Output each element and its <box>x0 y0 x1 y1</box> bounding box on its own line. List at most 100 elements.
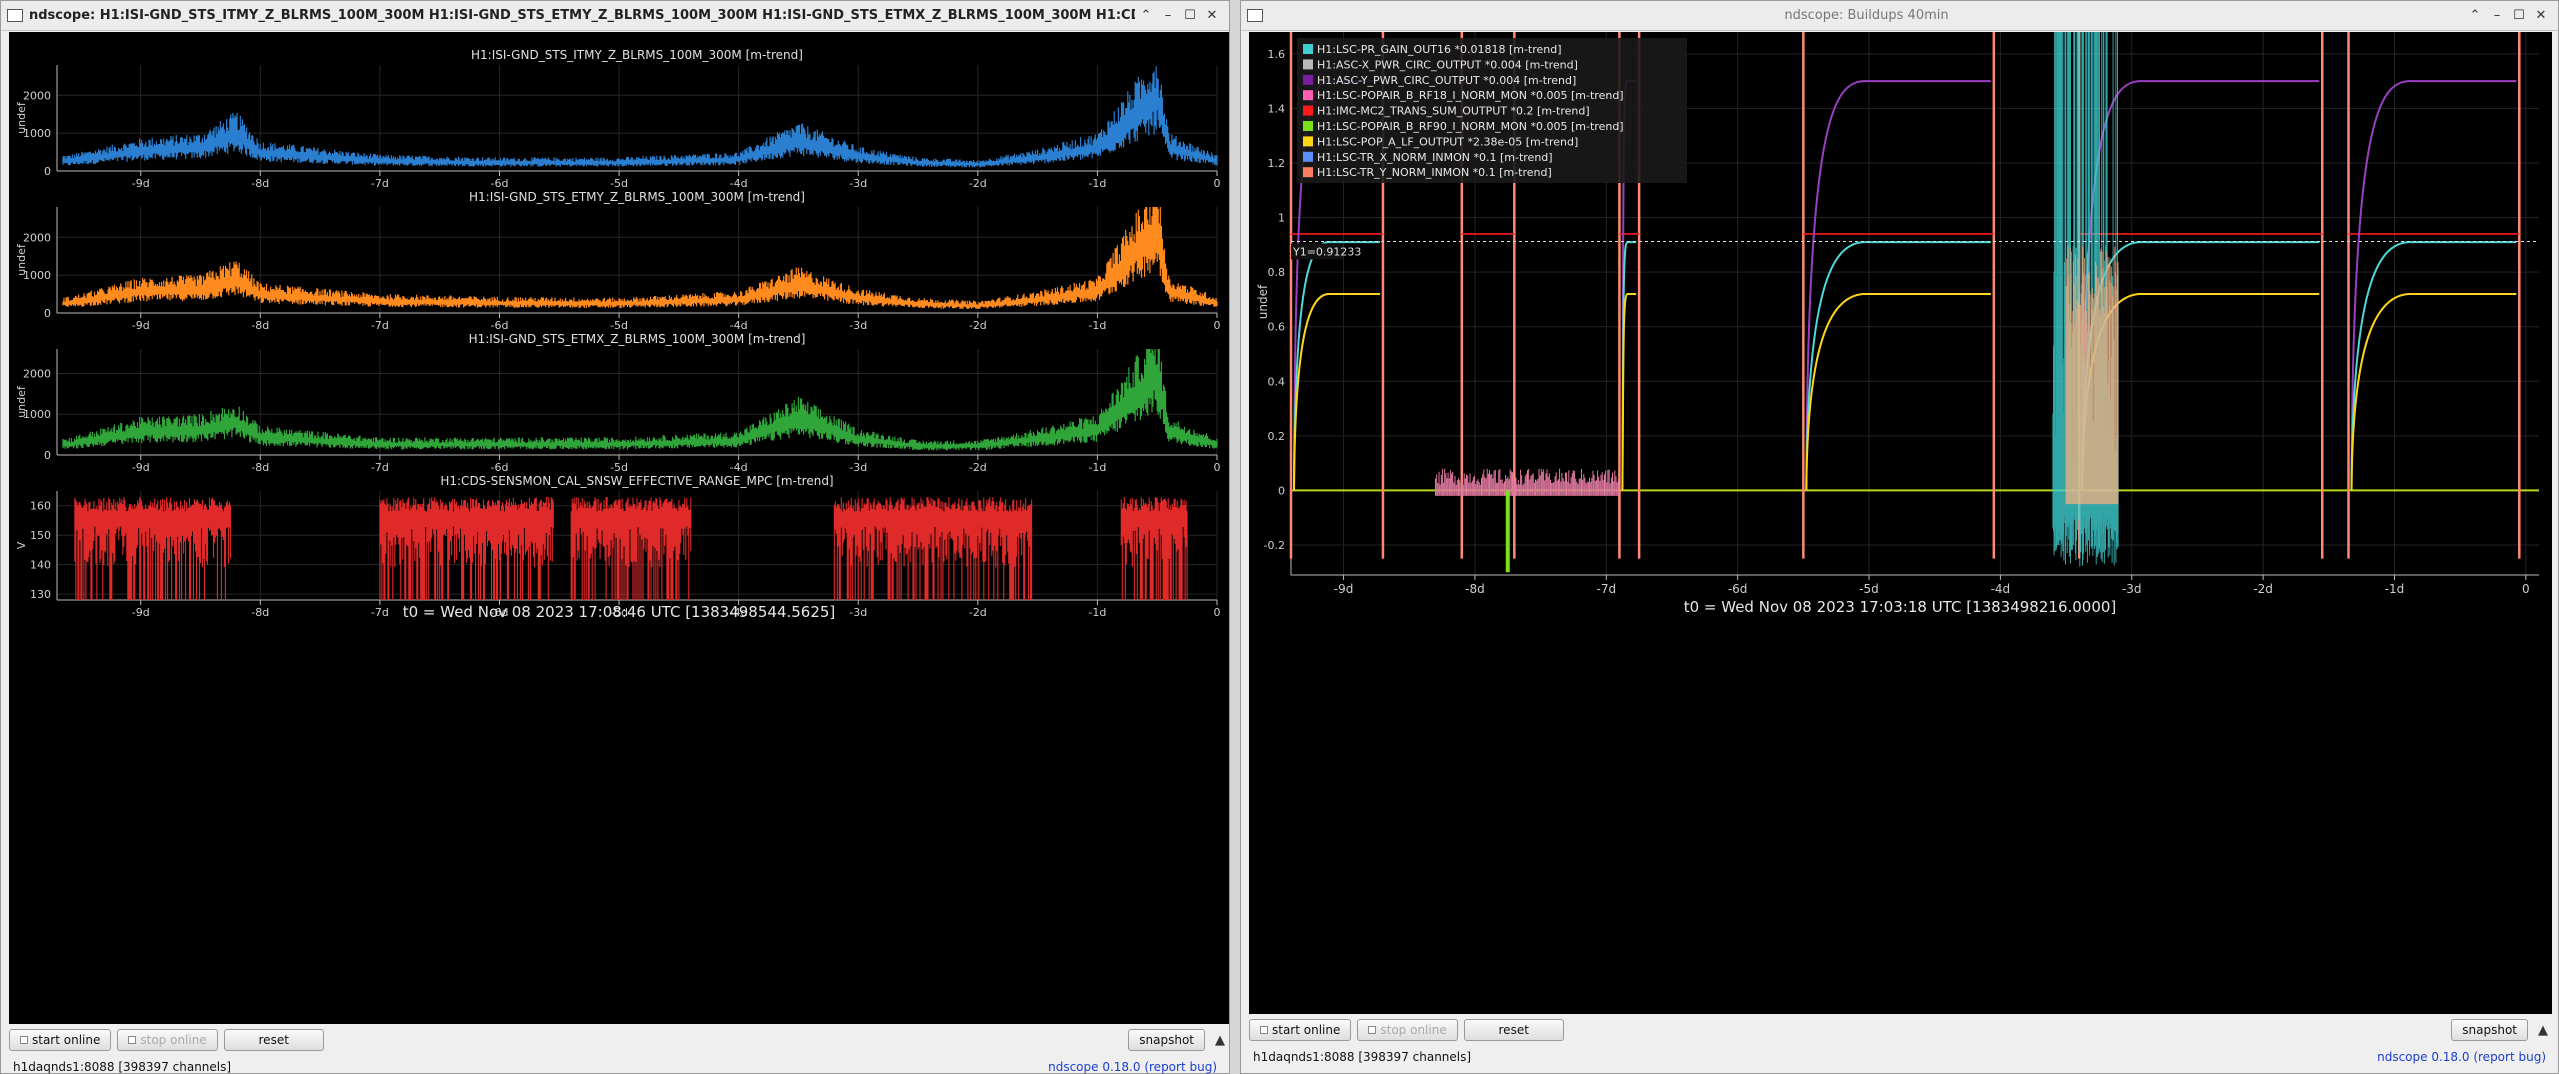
chevron-up-icon[interactable]: ⌃ <box>1135 8 1157 23</box>
version-link[interactable]: ndscope 0.18.0 <box>2377 1050 2469 1064</box>
reset-button[interactable]: reset <box>1463 1019 1564 1041</box>
x-tick-label: -8d <box>251 319 269 332</box>
y-tick-label: 1.6 <box>1268 48 1286 61</box>
nds-server-status: h1daqnds1:8088 [398397 channels] <box>1253 1050 1472 1064</box>
legend-label: H1:ASC-Y_PWR_CIRC_OUTPUT *0.004 [m-trend… <box>1317 74 1576 87</box>
buildups-plot: -0.2 0 0.2 0.4 0.6 0.8 1 1.2 1.4 1.6 -9d -8d -7d -6d -… <box>1256 32 2539 596</box>
x-tick-label: -9d <box>132 461 150 474</box>
app-icon <box>7 9 23 22</box>
x-tick-label: -3d <box>849 461 867 474</box>
reset-button[interactable]: reset <box>223 1029 324 1051</box>
x-tick-label: -9d <box>1334 582 1354 596</box>
pr-gain-series <box>1621 241 1637 491</box>
chevron-up-icon[interactable]: ⌃ <box>2464 8 2486 23</box>
y-tick-label: 2000 <box>23 367 51 380</box>
start-online-button[interactable]: start online <box>1249 1019 1352 1041</box>
x-tick-label: -4d <box>730 319 748 332</box>
x-tick-label: -2d <box>969 319 987 332</box>
pop-a-lf-series <box>1621 292 1637 491</box>
y-tick-label: 0 <box>44 449 51 462</box>
pop-a-lf-series <box>1293 292 1380 491</box>
right-ndscope-window: ndscope: Buildups 40min ⌃ – ☐ ✕ -0.2 0 0.2… <box>1240 0 2559 1074</box>
left-window-titlebar[interactable]: ndscope: H1:ISI-GND_STS_ITMY_Z_BLRMS_100… <box>1 1 1229 31</box>
legend-label: H1:LSC-POP_A_LF_OUTPUT *2.38e-05 [m-tren… <box>1317 135 1578 148</box>
pr-gain-series <box>1293 241 1380 491</box>
report-bug-link[interactable]: (report bug) <box>2473 1050 2546 1064</box>
y-tick-label: 0 <box>44 307 51 320</box>
y-tick-label: -0.2 <box>1264 539 1285 552</box>
x-tick-label: -5d <box>610 461 628 474</box>
y-tick-label: 2000 <box>23 231 51 244</box>
y-axis-label: undef <box>15 101 28 134</box>
x-tick-label: -8d <box>251 461 269 474</box>
right-status-bar: h1daqnds1:8088 [398397 channels] ndscope… <box>1253 1050 2546 1064</box>
checkbox-icon <box>128 1036 137 1044</box>
y-tick-label: 1.4 <box>1268 102 1286 115</box>
x-tick-label: -9d <box>132 606 150 619</box>
report-bug-link[interactable]: (report bug) <box>1144 1060 1217 1074</box>
x-tick-label: -6d <box>490 461 508 474</box>
start-online-button[interactable]: start online <box>9 1029 112 1051</box>
stop-online-label: stop online <box>1380 1023 1447 1037</box>
legend-label: H1:LSC-POPAIR_B_RF18_I_NORM_MON *0.005 [… <box>1317 89 1624 102</box>
y-tick-label: 150 <box>30 529 51 542</box>
buildups-plot-svg[interactable]: -0.2 0 0.2 0.4 0.6 0.8 1 1.2 1.4 1.6 -9d -8d -7d -6d -… <box>1249 32 2552 1014</box>
lock-segment <box>1802 32 1996 559</box>
plot-panel-2: H1:ISI-GND_STS_ETMY_Z_BLRMS_100M_300M [m… <box>15 190 1221 332</box>
x-tick-label: 0 <box>2522 582 2530 596</box>
minimize-icon[interactable]: – <box>1157 8 1179 23</box>
nds-server-status: h1daqnds1:8088 [398397 channels] <box>13 1060 232 1074</box>
pop-a-lf-series <box>1805 292 1991 491</box>
minimize-icon[interactable]: – <box>2486 8 2508 23</box>
y-tick-label: 0.2 <box>1268 430 1286 443</box>
x-tick-label: 0 <box>1214 319 1221 332</box>
x-tick-label: -4d <box>1991 582 2011 596</box>
x-tick-label: 0 <box>1214 177 1221 190</box>
right-window-title: ndscope: Buildups 40min <box>1784 8 1949 23</box>
plot-panel-4: H1:CDS-SENSMON_CAL_SNSW_EFFECTIVE_RANGE_… <box>15 474 1221 619</box>
x-tick-label: -9d <box>132 319 150 332</box>
x-tick-label: 0 <box>1214 606 1221 619</box>
snapshot-button[interactable]: snapshot <box>1128 1029 1205 1051</box>
legend-swatch <box>1303 121 1313 131</box>
asc-y-pwr-series <box>1805 80 1991 491</box>
maximize-icon[interactable]: ☐ <box>2508 8 2530 23</box>
close-icon[interactable]: ✕ <box>1201 8 1223 23</box>
left-plot-area[interactable]: H1:ISI-GND_STS_ITMY_Z_BLRMS_100M_300M [m… <box>9 32 1229 1024</box>
trend-series <box>62 66 1218 168</box>
maximize-icon[interactable]: ☐ <box>1179 8 1201 23</box>
left-plots-svg[interactable]: H1:ISI-GND_STS_ITMY_Z_BLRMS_100M_300M [m… <box>9 32 1229 1024</box>
right-window-titlebar[interactable]: ndscope: Buildups 40min ⌃ – ☐ ✕ <box>1241 1 2558 31</box>
legend-swatch <box>1303 167 1313 178</box>
lock-segment <box>2347 32 2521 559</box>
triangle-up-icon[interactable]: ▲ <box>1211 1033 1229 1048</box>
t0-label: t0 = Wed Nov 08 2023 17:08:46 UTC [13834… <box>403 603 836 621</box>
plot-panel-1: H1:ISI-GND_STS_ITMY_Z_BLRMS_100M_300M [m… <box>15 48 1221 190</box>
triangle-up-icon[interactable]: ▲ <box>2534 1023 2552 1038</box>
x-tick-label: -3d <box>849 319 867 332</box>
left-ndscope-window: ndscope: H1:ISI-GND_STS_ITMY_Z_BLRMS_100… <box>0 0 1230 1074</box>
x-tick-label: -7d <box>371 177 389 190</box>
x-tick-label: -4d <box>730 461 748 474</box>
x-tick-label: -1d <box>1088 319 1106 332</box>
snapshot-button[interactable]: snapshot <box>2451 1019 2528 1041</box>
y-tick-label: 0 <box>1278 484 1285 497</box>
plot-title: H1:ISI-GND_STS_ETMY_Z_BLRMS_100M_300M [m… <box>469 190 805 204</box>
y-tick-label: 0.4 <box>1268 375 1286 388</box>
x-tick-label: -8d <box>251 177 269 190</box>
legend: H1:LSC-PR_GAIN_OUT16 *0.01818 [m-trend] H… <box>1297 38 1687 183</box>
version-link[interactable]: ndscope 0.18.0 <box>1048 1060 1140 1074</box>
y1-cursor-label: Y1=0.91233 <box>1292 245 1361 258</box>
checkbox-icon <box>20 1036 28 1044</box>
plot-panel-3: H1:ISI-GND_STS_ETMX_Z_BLRMS_100M_300M [m… <box>15 332 1221 474</box>
legend-label: H1:LSC-TR_Y_NORM_INMON *0.1 [m-trend] <box>1317 166 1552 179</box>
y-tick-label: 1 <box>1278 212 1285 225</box>
x-tick-label: -3d <box>849 177 867 190</box>
right-plot-area[interactable]: -0.2 0 0.2 0.4 0.6 0.8 1 1.2 1.4 1.6 -9d -8d -7d -6d -… <box>1249 32 2552 1014</box>
x-tick-label: -9d <box>132 177 150 190</box>
x-tick-label: -7d <box>371 319 389 332</box>
start-online-label: start online <box>1272 1023 1341 1037</box>
legend-swatch <box>1303 151 1313 162</box>
left-status-bar: h1daqnds1:8088 [398397 channels] ndscope… <box>13 1060 1217 1074</box>
close-icon[interactable]: ✕ <box>2530 8 2552 23</box>
